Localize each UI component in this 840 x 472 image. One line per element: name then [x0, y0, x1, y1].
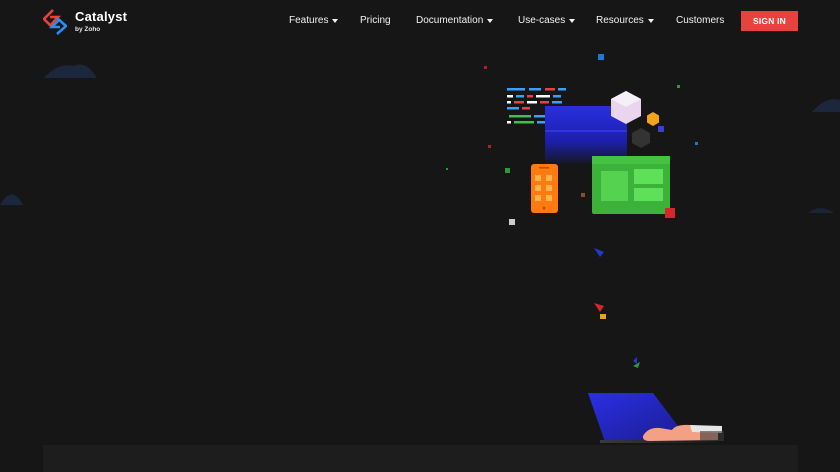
- nav-documentation-label: Documentation: [416, 15, 484, 26]
- nav-pricing[interactable]: Pricing: [360, 15, 391, 26]
- caret-down-icon: [487, 19, 494, 23]
- brand-logo[interactable]: Catalyst by Zoho: [43, 9, 127, 37]
- hexagon-dark: [632, 128, 650, 148]
- nav-features-label: Features: [289, 15, 329, 26]
- nav-use-cases[interactable]: Use-cases: [518, 15, 576, 26]
- nav-documentation[interactable]: Documentation: [416, 15, 494, 26]
- catalyst-logo-icon: [43, 9, 67, 35]
- nav-pricing-label: Pricing: [360, 15, 391, 26]
- nav-resources[interactable]: Resources: [596, 15, 654, 26]
- decor-cloud-right-top: [812, 99, 840, 112]
- sign-in-button[interactable]: SIGN IN: [741, 11, 798, 31]
- hero-illustration: [0, 54, 840, 443]
- decor-cloud-left-mid: [0, 194, 23, 205]
- nav-resources-label: Resources: [596, 15, 644, 26]
- nav-features[interactable]: Features: [289, 15, 339, 26]
- decor-cloud-left-top: [44, 64, 97, 78]
- nav-customers-label: Customers: [676, 15, 725, 26]
- nav-customers[interactable]: Customers: [676, 15, 724, 26]
- content-band: [43, 445, 798, 472]
- caret-down-icon: [647, 19, 654, 23]
- brand-subtitle: by Zoho: [75, 26, 101, 33]
- caret-down-icon: [332, 19, 339, 23]
- nav-use-cases-label: Use-cases: [518, 15, 566, 26]
- top-navigation-bar: Catalyst by Zoho Features Pricing Docume…: [0, 0, 840, 44]
- caret-down-icon: [569, 19, 576, 23]
- hexagon-orange: [647, 112, 659, 126]
- brand-name: Catalyst: [75, 9, 128, 24]
- decor-cloud-right-mid: [808, 208, 834, 213]
